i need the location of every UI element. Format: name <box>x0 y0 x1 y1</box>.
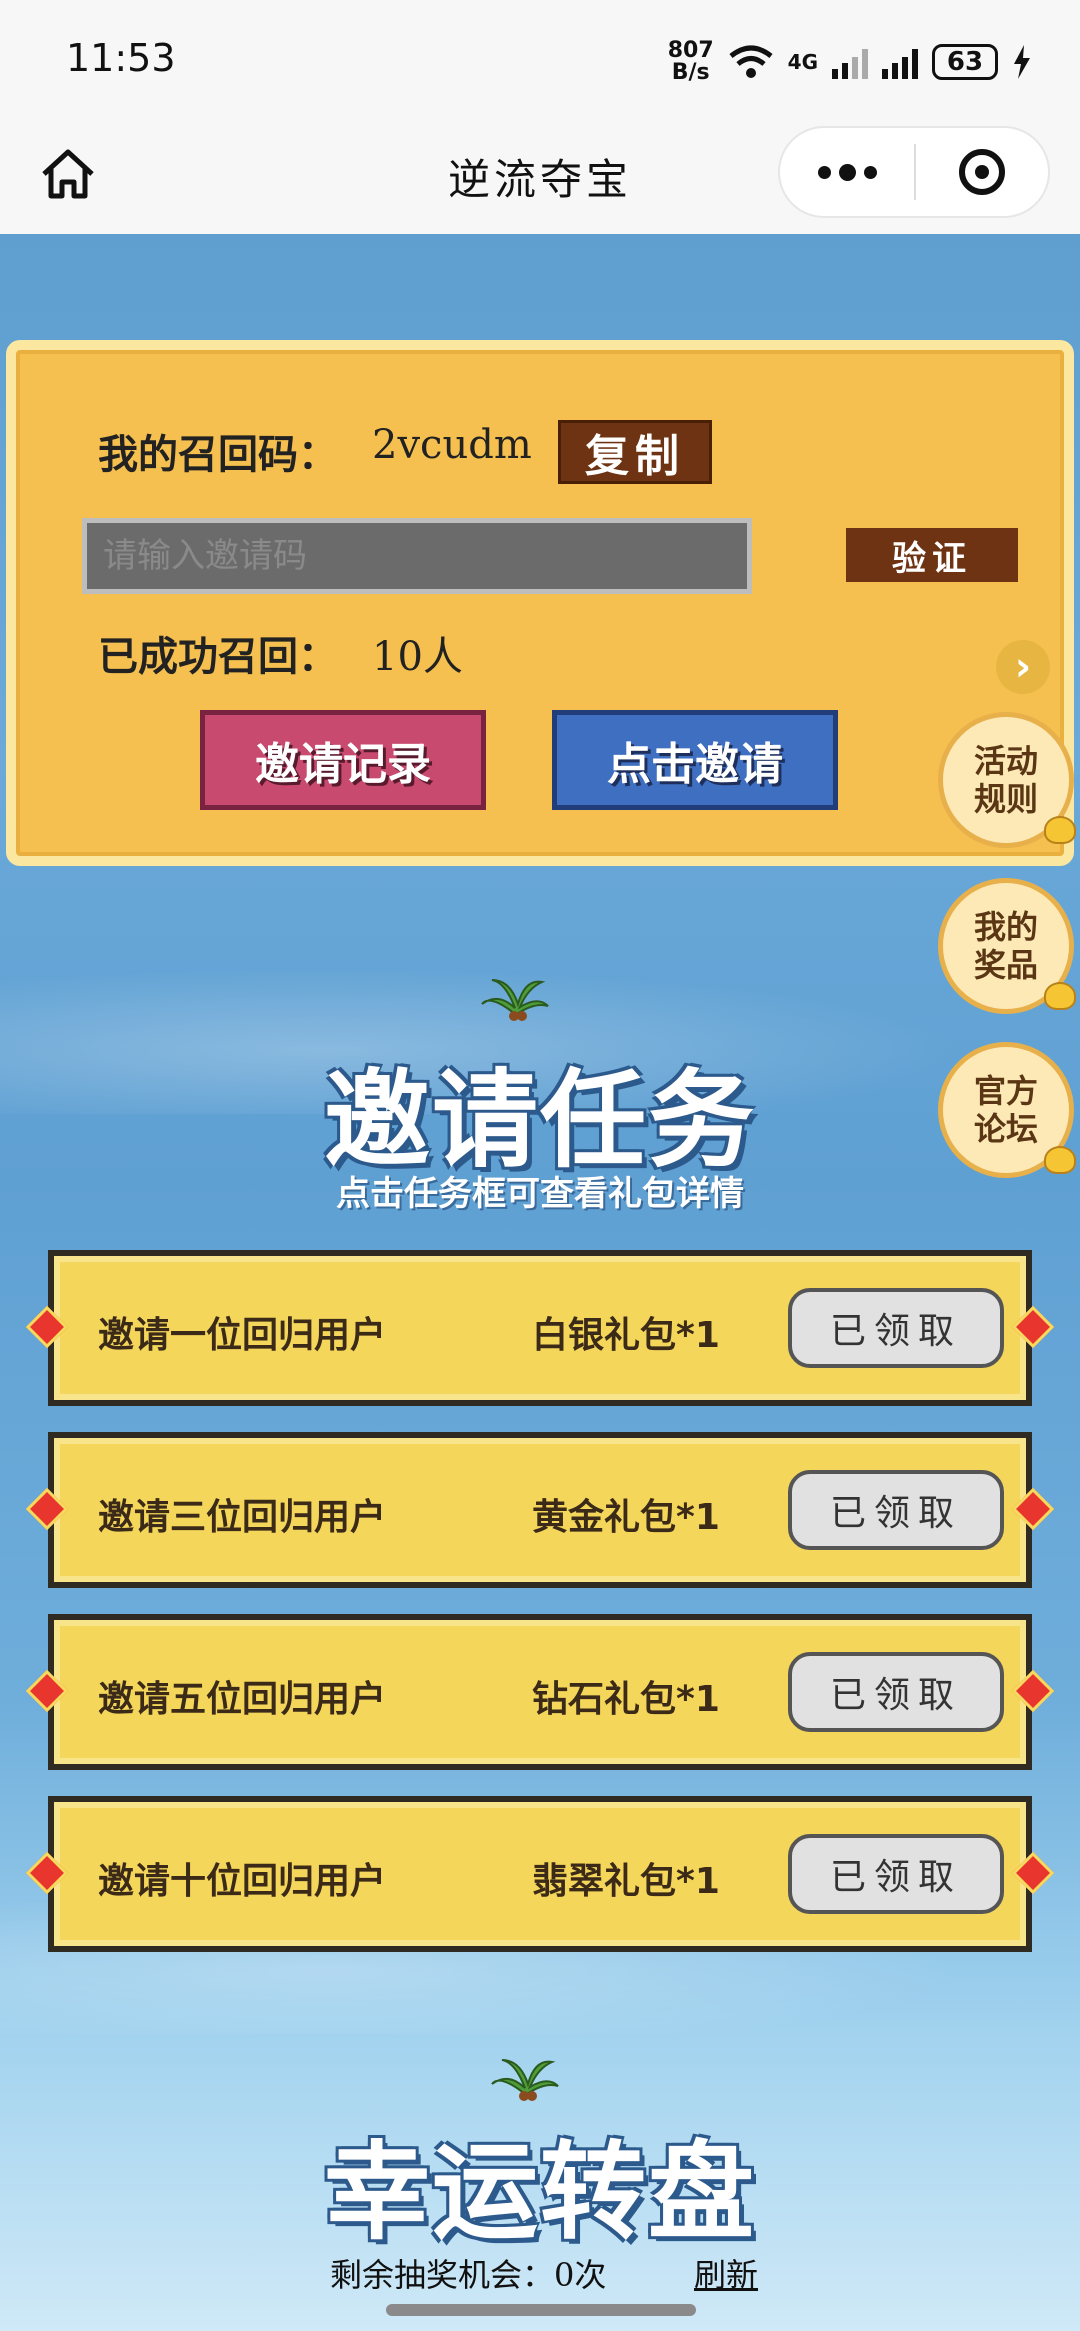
click-invite-button[interactable]: 点击邀请 <box>552 710 838 810</box>
next-arrow-icon[interactable]: › <box>996 640 1050 694</box>
diamond-icon <box>1011 1305 1055 1349</box>
status-bar: 11:53 807 B/s 4G 63 <box>0 0 1080 126</box>
mini-program-capsule <box>778 126 1050 218</box>
recall-card: 我的召回码： 2vcudm 复制 验证 已成功召回： 10人 › 邀请记录 点击… <box>6 340 1074 866</box>
more-button[interactable] <box>780 128 914 216</box>
lucky-wheel-title: 幸运转盘 <box>324 2131 756 2254</box>
diamond-icon <box>1011 1669 1055 1713</box>
diamond-icon <box>25 1487 69 1531</box>
task-name: 邀请五位回归用户 <box>98 1679 387 1720</box>
task-name: 邀请三位回归用户 <box>98 1497 387 1538</box>
charging-icon <box>1014 45 1030 79</box>
close-button[interactable] <box>916 128 1048 216</box>
home-indicator[interactable] <box>386 2304 696 2316</box>
signal-icon <box>832 45 868 79</box>
speed-value: 807 <box>667 38 714 63</box>
battery-icon: 63 <box>932 44 998 80</box>
task-reward: 翡翠礼包*1 <box>532 1861 720 1902</box>
diamond-icon <box>1011 1487 1055 1531</box>
verify-button[interactable]: 验证 <box>846 528 1018 582</box>
duck-icon <box>1044 982 1076 1010</box>
network-type: 4G <box>787 50 818 74</box>
task-reward: 钻石礼包*1 <box>532 1679 720 1720</box>
remaining-chances-text: 剩余抽奖机会：0次 <box>330 2256 607 2294</box>
invite-task-subtitle: 点击任务框可查看礼包详情 <box>336 1174 744 1214</box>
network-speed: 807 B/s <box>668 40 714 84</box>
recall-code-value: 2vcudm <box>372 422 532 468</box>
recall-code-label: 我的召回码： <box>98 431 338 478</box>
dot-icon <box>863 165 877 179</box>
claimed-button[interactable]: 已领取 <box>788 1470 1004 1550</box>
invite-task-title: 邀请任务 <box>324 1059 756 1182</box>
task-reward: 白银礼包*1 <box>532 1315 720 1356</box>
speed-unit: B/s <box>671 60 710 85</box>
task-name: 邀请一位回归用户 <box>98 1315 387 1356</box>
dot-icon <box>838 163 856 181</box>
task-name: 邀请十位回归用户 <box>98 1861 387 1902</box>
claimed-button[interactable]: 已领取 <box>788 1652 1004 1732</box>
status-time: 11:53 <box>66 36 176 80</box>
duck-icon <box>1044 816 1076 844</box>
task-row[interactable]: 邀请三位回归用户 黄金礼包*1 已领取 <box>25 1432 1055 1588</box>
status-icons: 807 B/s 4G 63 <box>668 40 1032 84</box>
claimed-button[interactable]: 已领取 <box>788 1834 1004 1914</box>
wifi-icon <box>729 45 773 78</box>
invite-code-input[interactable] <box>82 518 752 594</box>
nav-bar: 逆流夺宝 <box>0 126 1080 234</box>
refresh-link[interactable]: 刷新 <box>694 2250 758 2296</box>
main-content[interactable]: 我的召回码： 2vcudm 复制 验证 已成功召回： 10人 › 邀请记录 点击… <box>0 234 1080 2331</box>
copy-button[interactable]: 复制 <box>558 420 712 484</box>
recalled-count-label: 已成功召回： <box>98 633 338 680</box>
dot-icon <box>817 165 831 179</box>
invite-record-button[interactable]: 邀请记录 <box>200 710 486 810</box>
target-icon <box>958 149 1005 195</box>
task-row[interactable]: 邀请十位回归用户 翡翠礼包*1 已领取 <box>25 1796 1055 1952</box>
task-row[interactable]: 邀请一位回归用户 白银礼包*1 已领取 <box>25 1250 1055 1406</box>
task-reward: 黄金礼包*1 <box>532 1497 720 1538</box>
diamond-icon <box>25 1305 69 1349</box>
recalled-count-value: 10人 <box>372 634 463 680</box>
task-row[interactable]: 邀请五位回归用户 钻石礼包*1 已领取 <box>25 1614 1055 1770</box>
claimed-button[interactable]: 已领取 <box>788 1288 1004 1368</box>
diamond-icon <box>25 1669 69 1713</box>
signal-icon-2 <box>882 45 918 79</box>
